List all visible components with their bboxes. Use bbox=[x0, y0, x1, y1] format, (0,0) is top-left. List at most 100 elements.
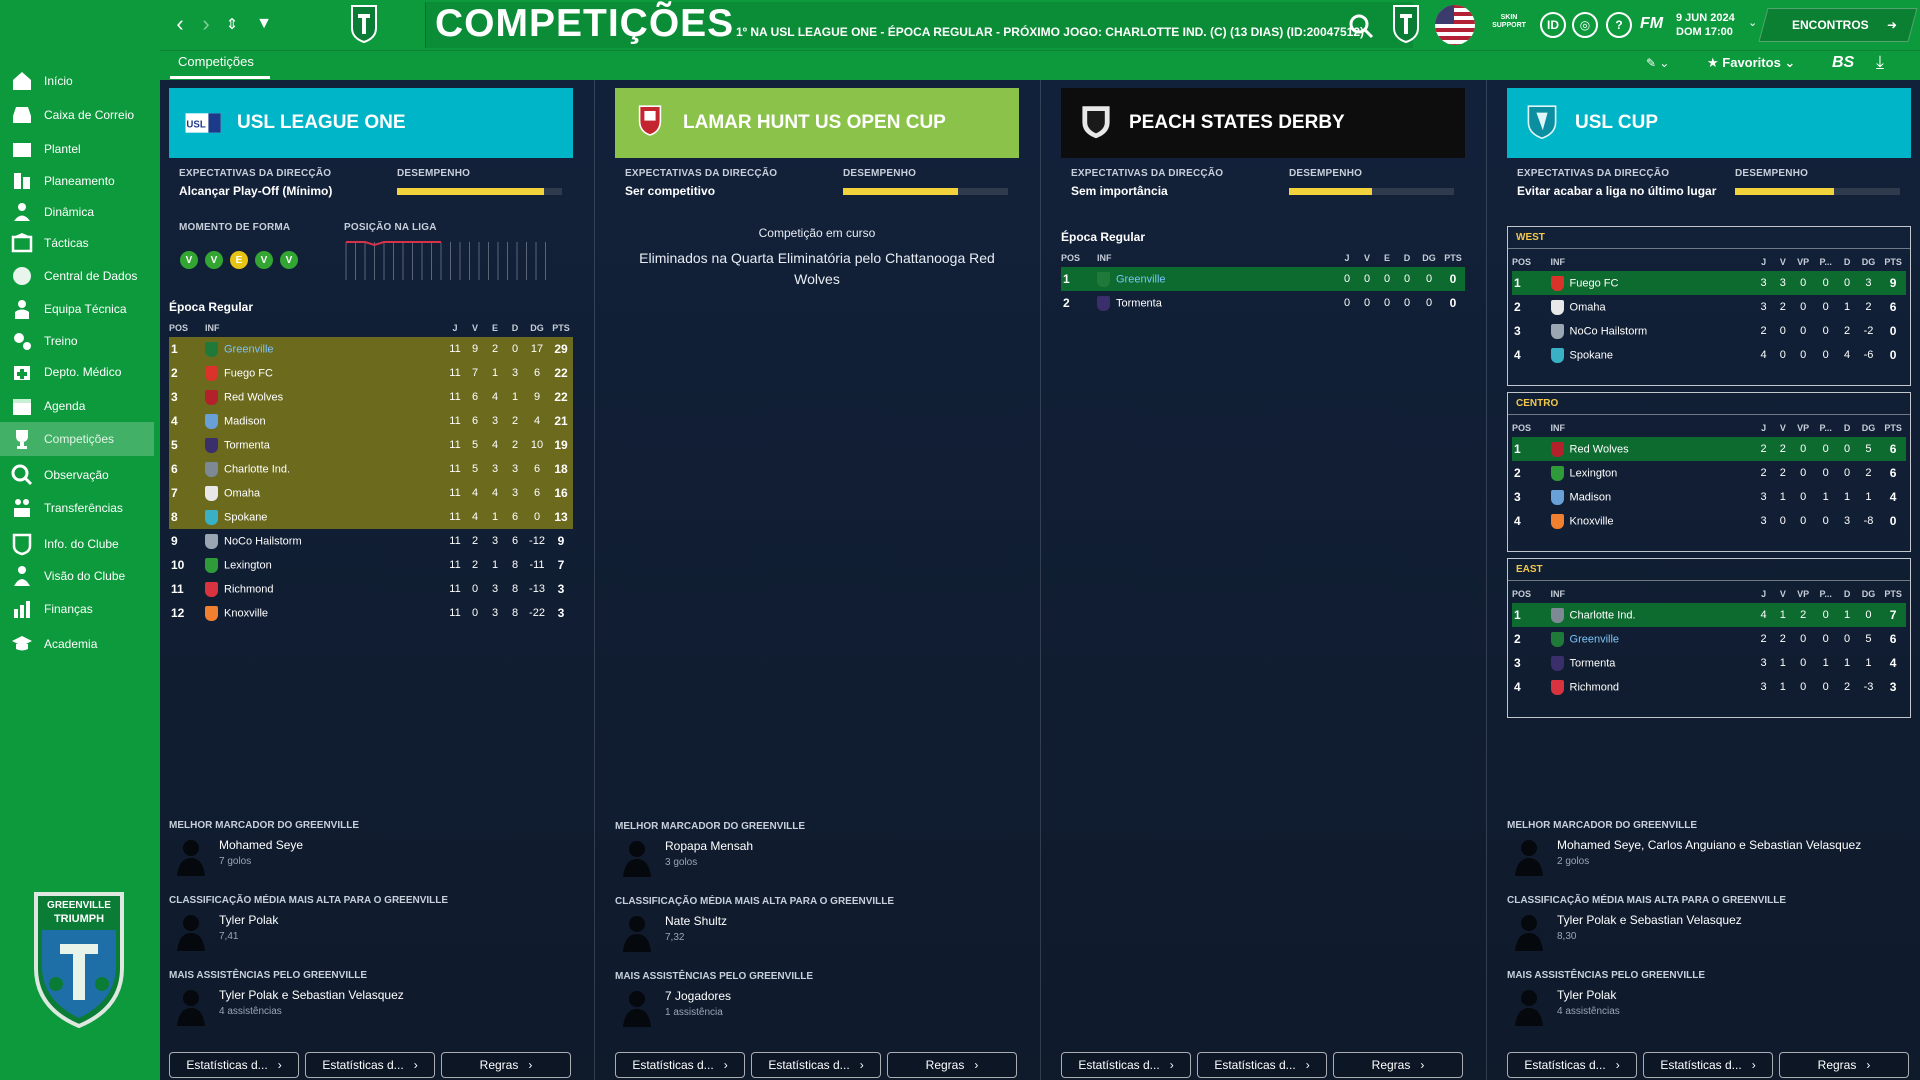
column-header[interactable]: INF bbox=[1551, 419, 1754, 437]
column-header[interactable]: E bbox=[485, 319, 505, 337]
chevron-down-icon[interactable]: ⌄ bbox=[1748, 16, 1757, 29]
team-cell[interactable]: Charlotte Ind. bbox=[205, 457, 445, 481]
team-cell[interactable]: Greenville bbox=[1550, 627, 1754, 651]
team-cell[interactable]: Tormenta bbox=[1550, 651, 1754, 675]
sidebar-item-17[interactable]: Academia bbox=[0, 627, 160, 661]
table-row[interactable]: 3 Red Wolves 11 6 4 1 9 22 bbox=[169, 385, 573, 409]
column-header[interactable]: POS bbox=[1512, 419, 1551, 437]
column-header[interactable]: DG bbox=[1857, 253, 1881, 271]
table-row[interactable]: 4 Spokane 4 0 0 0 4 -6 0 bbox=[1512, 343, 1906, 367]
regular-season-title[interactable]: Época Regular bbox=[1061, 230, 1145, 244]
team-name[interactable]: Richmond bbox=[224, 583, 274, 595]
table-row[interactable]: 4 Knoxville 3 0 0 0 3 -8 0 bbox=[1512, 509, 1906, 533]
stats-button-2[interactable]: Estatísticas d... › bbox=[1643, 1052, 1773, 1078]
team-cell[interactable]: Greenville bbox=[1097, 267, 1337, 291]
best-player-name[interactable]: Mohamed Seye bbox=[219, 838, 303, 852]
table-row[interactable]: 3 Tormenta 3 1 0 1 1 1 4 bbox=[1512, 651, 1906, 675]
table-row[interactable]: 1 Charlotte Ind. 4 1 2 0 1 0 7 bbox=[1512, 603, 1906, 627]
team-name[interactable]: Tormenta bbox=[1570, 657, 1616, 669]
column-header[interactable]: VP bbox=[1792, 253, 1813, 271]
team-name[interactable]: Lexington bbox=[224, 559, 272, 571]
forward-arrow-icon[interactable]: › bbox=[194, 11, 218, 36]
sidebar-item-6[interactable]: Central de Dados bbox=[0, 259, 160, 293]
team-name[interactable]: Red Wolves bbox=[224, 391, 283, 403]
table-row[interactable]: 1 Greenville 11 9 2 0 17 29 bbox=[169, 337, 573, 361]
column-header[interactable]: P... bbox=[1814, 419, 1838, 437]
table-row[interactable]: 5 Tormenta 11 5 4 2 10 19 bbox=[169, 433, 573, 457]
form-result[interactable]: V bbox=[255, 251, 273, 269]
player-avatar-icon[interactable] bbox=[175, 836, 207, 876]
stats-button-1[interactable]: Estatísticas d... › bbox=[615, 1052, 745, 1078]
team-name[interactable]: Knoxville bbox=[1570, 515, 1614, 527]
best-player-name[interactable]: Nate Shultz bbox=[665, 914, 727, 928]
column-header[interactable]: J bbox=[1754, 253, 1773, 271]
sidebar-item-16[interactable]: Finanças bbox=[0, 592, 160, 626]
fm-logo[interactable]: FM bbox=[1640, 15, 1663, 33]
column-header[interactable]: DG bbox=[1857, 419, 1881, 437]
team-name[interactable]: Red Wolves bbox=[1570, 443, 1629, 455]
team-cell[interactable]: Spokane bbox=[1550, 343, 1754, 367]
club-badge-icon[interactable] bbox=[350, 4, 378, 44]
column-header[interactable]: DG bbox=[1857, 585, 1881, 603]
search-icon[interactable] bbox=[1348, 13, 1374, 39]
column-header[interactable]: V bbox=[1773, 585, 1792, 603]
player-avatar-icon[interactable] bbox=[175, 986, 207, 1026]
column-header[interactable]: INF bbox=[1551, 253, 1754, 271]
column-header[interactable]: V bbox=[1773, 253, 1792, 271]
team-cell[interactable]: Fuego FC bbox=[205, 361, 445, 385]
best-player-name[interactable]: Mohamed Seye, Carlos Anguiano e Sebastia… bbox=[1557, 838, 1861, 852]
column-header[interactable]: POS bbox=[1061, 249, 1097, 267]
column-header[interactable]: PTS bbox=[1441, 249, 1465, 267]
player-avatar-icon[interactable] bbox=[1513, 836, 1545, 876]
team-name[interactable]: Fuego FC bbox=[224, 367, 273, 379]
team-cell[interactable]: Spokane bbox=[205, 505, 445, 529]
stats-button-2[interactable]: Estatísticas d... › bbox=[1197, 1052, 1327, 1078]
stats-button-2[interactable]: Estatísticas d... › bbox=[305, 1052, 435, 1078]
column-header[interactable]: POS bbox=[169, 319, 205, 337]
team-name[interactable]: Spokane bbox=[224, 511, 267, 523]
column-header[interactable]: PTS bbox=[1880, 253, 1906, 271]
team-name[interactable]: Tormenta bbox=[1116, 297, 1162, 309]
rules-button[interactable]: Regras › bbox=[441, 1052, 571, 1078]
column-header[interactable]: E bbox=[1377, 249, 1397, 267]
table-row[interactable]: 9 NoCo Hailstorm 11 2 3 6 -12 9 bbox=[169, 529, 573, 553]
column-header[interactable]: V bbox=[465, 319, 485, 337]
table-row[interactable]: 12 Knoxville 11 0 3 8 -22 3 bbox=[169, 601, 573, 625]
team-name[interactable]: Charlotte Ind. bbox=[1570, 609, 1636, 621]
team-cell[interactable]: Knoxville bbox=[1550, 509, 1754, 533]
team-name[interactable]: Omaha bbox=[224, 487, 260, 499]
sidebar-item-8[interactable]: Treino bbox=[0, 324, 160, 358]
sidebar-item-5[interactable]: Tácticas bbox=[0, 226, 160, 260]
bs-icon[interactable]: BS bbox=[1832, 54, 1854, 72]
team-cell[interactable]: Richmond bbox=[205, 577, 445, 601]
rules-button[interactable]: Regras › bbox=[1779, 1052, 1909, 1078]
column-header[interactable]: P... bbox=[1814, 253, 1838, 271]
stats-button-1[interactable]: Estatísticas d... › bbox=[1061, 1052, 1191, 1078]
help-icon[interactable]: ? bbox=[1606, 12, 1632, 38]
sidebar-item-3[interactable]: Planeamento bbox=[0, 164, 160, 198]
column-header[interactable]: INF bbox=[205, 319, 445, 337]
stats-button-2[interactable]: Estatísticas d... › bbox=[751, 1052, 881, 1078]
column-header[interactable]: P... bbox=[1814, 585, 1838, 603]
column-header[interactable]: INF bbox=[1551, 585, 1754, 603]
best-player-name[interactable]: Tyler Polak e Sebastian Velasquez bbox=[1557, 913, 1742, 927]
column-header[interactable]: D bbox=[1837, 585, 1856, 603]
column-header[interactable]: D bbox=[1397, 249, 1417, 267]
table-row[interactable]: 4 Madison 11 6 3 2 4 21 bbox=[169, 409, 573, 433]
team-cell[interactable]: Red Wolves bbox=[205, 385, 445, 409]
table-row[interactable]: 2 Fuego FC 11 7 1 3 6 22 bbox=[169, 361, 573, 385]
team-cell[interactable]: Omaha bbox=[1550, 295, 1754, 319]
column-header[interactable]: D bbox=[1837, 419, 1856, 437]
table-row[interactable]: 8 Spokane 11 4 1 6 0 13 bbox=[169, 505, 573, 529]
column-header[interactable]: D bbox=[505, 319, 525, 337]
up-down-icon[interactable]: ⇕ bbox=[220, 12, 244, 36]
regular-season-title[interactable]: Época Regular bbox=[169, 300, 253, 314]
edit-icon[interactable]: ✎ ⌄ bbox=[1646, 56, 1669, 70]
team-cell[interactable]: Lexington bbox=[205, 553, 445, 577]
column-header[interactable]: J bbox=[1754, 585, 1773, 603]
column-header[interactable]: D bbox=[1837, 253, 1856, 271]
table-row[interactable]: 3 Madison 3 1 0 1 1 1 4 bbox=[1512, 485, 1906, 509]
filter-icon[interactable]: ▼ bbox=[252, 12, 276, 36]
table-row[interactable]: 1 Red Wolves 2 2 0 0 0 5 6 bbox=[1512, 437, 1906, 461]
table-row[interactable]: 2 Lexington 2 2 0 0 0 2 6 bbox=[1512, 461, 1906, 485]
